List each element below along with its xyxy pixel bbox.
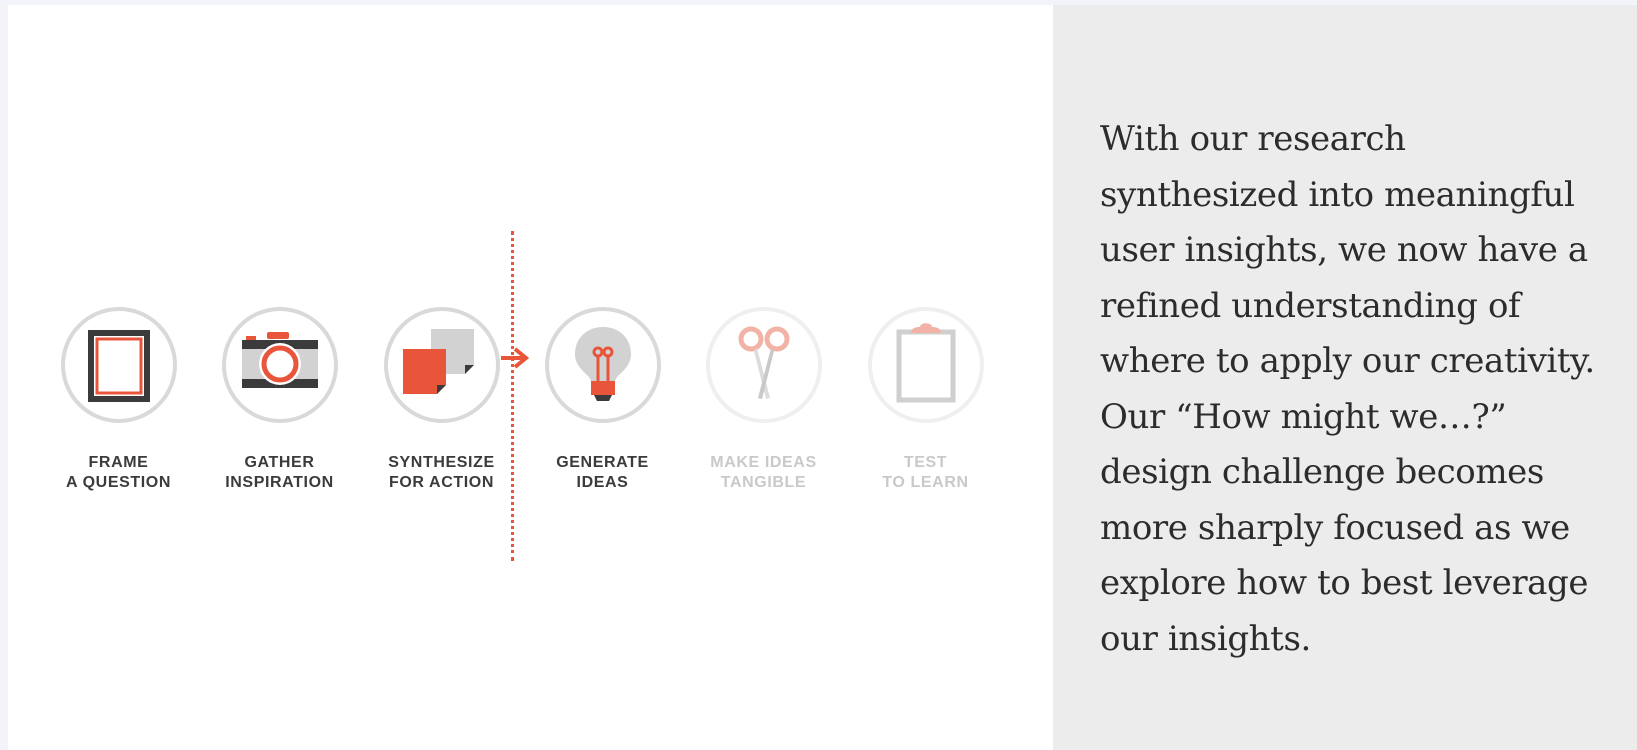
step-label: GATHER INSPIRATION [199, 453, 360, 493]
step-synthesize-for-action: SYNTHESIZE FOR ACTION [361, 305, 522, 493]
current-phase-divider [511, 231, 514, 561]
arrow-right-icon [501, 347, 530, 369]
step-test-to-learn: TEST TO LEARN [845, 305, 1006, 493]
step-label-line2: TO LEARN [882, 474, 969, 491]
camera-icon [221, 307, 338, 423]
sticky-notes-icon [383, 307, 500, 423]
step-frame-a-question: FRAME A QUESTION [38, 305, 199, 493]
step-label-line1: GENERATE [556, 454, 649, 471]
lightbulb-icon [544, 307, 661, 423]
step-label-line1: MAKE IDEAS [710, 454, 817, 471]
clipboard-icon [867, 307, 984, 423]
step-generate-ideas: GENERATE IDEAS [522, 305, 683, 493]
step-label-line1: FRAME [88, 454, 149, 471]
step-label: SYNTHESIZE FOR ACTION [361, 453, 522, 493]
step-label-line1: SYNTHESIZE [388, 454, 495, 471]
step-label-line2: FOR ACTION [389, 474, 494, 491]
description-panel: With our research synthesized into meani… [1053, 5, 1637, 750]
step-label-line2: INSPIRATION [225, 474, 334, 491]
step-label: GENERATE IDEAS [522, 453, 683, 493]
frame-icon [60, 307, 177, 423]
process-diagram: FRAME A QUESTION GATHER INSPIRATION SYNT… [8, 5, 1053, 750]
step-label-line2: IDEAS [576, 474, 629, 491]
step-label-line1: TEST [903, 454, 948, 471]
step-gather-inspiration: GATHER INSPIRATION [199, 305, 360, 493]
step-make-ideas-tangible: MAKE IDEAS TANGIBLE [683, 305, 844, 493]
canvas: FRAME A QUESTION GATHER INSPIRATION SYNT… [8, 5, 1637, 750]
scissors-icon [705, 307, 822, 423]
step-label: TEST TO LEARN [845, 453, 1006, 493]
step-label: FRAME A QUESTION [38, 453, 199, 493]
description-text: With our research synthesized into meani… [1100, 119, 1595, 659]
step-label: MAKE IDEAS TANGIBLE [683, 453, 844, 493]
step-label-line2: TANGIBLE [720, 474, 807, 491]
step-label-line2: A QUESTION [66, 474, 171, 491]
step-label-line1: GATHER [244, 454, 315, 471]
